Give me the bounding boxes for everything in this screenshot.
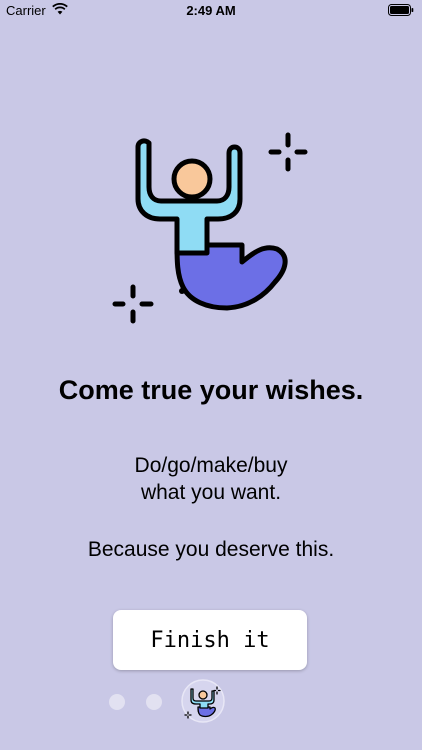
subtitle-line: Do/go/make/buy <box>134 454 288 477</box>
page-dot-active-genie-icon[interactable] <box>181 679 225 723</box>
status-time: 2:49 AM <box>186 3 236 18</box>
subtitle: Do/go/make/buy what you want. <box>0 452 422 506</box>
page-dot-2[interactable] <box>146 694 162 710</box>
page-indicator <box>0 678 422 726</box>
page-title: Come true your wishes. <box>58 375 364 405</box>
finish-button[interactable]: Finish it <box>113 610 307 670</box>
status-bar: Carrier 2:49 AM <box>0 0 422 22</box>
subtitle-line: what you want. <box>140 481 282 504</box>
happy-genie-icon <box>112 132 308 324</box>
battery-icon <box>388 4 414 16</box>
page-dot-1[interactable] <box>109 694 125 710</box>
tagline: Because you deserve this. <box>87 538 335 561</box>
